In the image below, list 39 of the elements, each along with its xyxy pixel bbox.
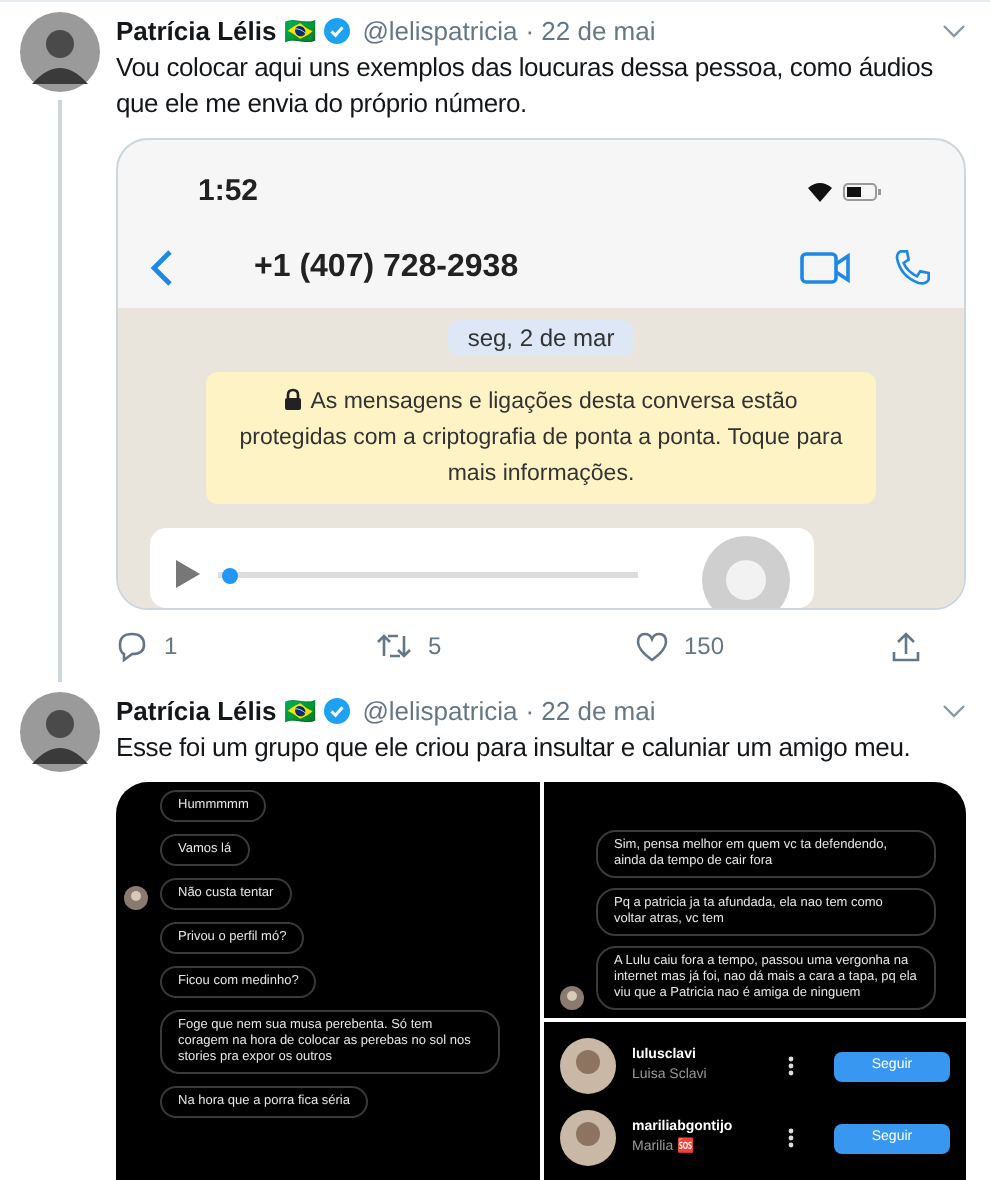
lock-icon [284, 388, 303, 410]
encryption-notice[interactable]: As mensagens e ligações desta conversa estão protegidas com a criptografia de ponta a ponta. Toque para mais informações. [206, 372, 876, 504]
author-name[interactable]: Patrícia Lélis [116, 692, 277, 730]
date-chip: seg, 2 de mar [447, 320, 635, 356]
flag-emoji: 🇧🇷 [284, 694, 317, 730]
play-icon[interactable] [174, 560, 202, 588]
status-time: 1:52 [198, 171, 259, 212]
tweet-date[interactable]: · 22 de mai [525, 692, 656, 730]
video-call-icon[interactable] [800, 252, 852, 284]
share-icon[interactable] [892, 631, 920, 661]
reply-icon[interactable] [116, 630, 148, 662]
more-icon[interactable] [788, 1128, 794, 1148]
flag-emoji: 🇧🇷 [284, 14, 317, 50]
retweet-icon[interactable] [376, 632, 412, 660]
author-handle[interactable]: @lelispatricia [362, 12, 518, 50]
status-icons [804, 180, 884, 204]
reply-count: 1 [164, 630, 178, 664]
chevron-down-icon[interactable] [942, 23, 966, 39]
like-count: 150 [684, 630, 725, 664]
author-handle[interactable]: @lelispatricia [362, 692, 518, 730]
author-name[interactable]: Patrícia Lélis [116, 12, 277, 50]
avatar [702, 536, 790, 608]
avatar[interactable] [20, 12, 100, 92]
phone-icon[interactable] [892, 248, 932, 288]
tweet-date[interactable]: · 22 de mai [525, 12, 656, 50]
avatar[interactable] [20, 692, 100, 772]
audio-thumb[interactable] [222, 567, 239, 583]
avatar [560, 1038, 616, 1094]
more-icon[interactable] [788, 1056, 794, 1076]
whatsapp-screenshot[interactable]: 1:52 +1 (407) 728-2938 seg, 2 de mar As mensagens e ligações desta conversa estão protegidas com a criptografia de ponta a ponta. Toque para mais informações. [116, 138, 966, 610]
chevron-down-icon[interactable] [942, 703, 966, 719]
retweet-count: 5 [428, 630, 442, 664]
tweet-text: Esse foi um grupo que ele criou para insultar e caluniar um amigo meu. [116, 730, 913, 766]
back-icon[interactable] [150, 248, 174, 288]
contact-number: +1 (407) 728-2938 [254, 248, 521, 288]
like-icon[interactable] [636, 631, 668, 661]
tweet-text: Vou colocar aqui uns exemplos das loucuras dessa pessoa, como áudios que ele me envia do próprio número. [116, 50, 935, 122]
instagram-collage[interactable] [116, 782, 966, 1180]
avatar [560, 1110, 616, 1166]
